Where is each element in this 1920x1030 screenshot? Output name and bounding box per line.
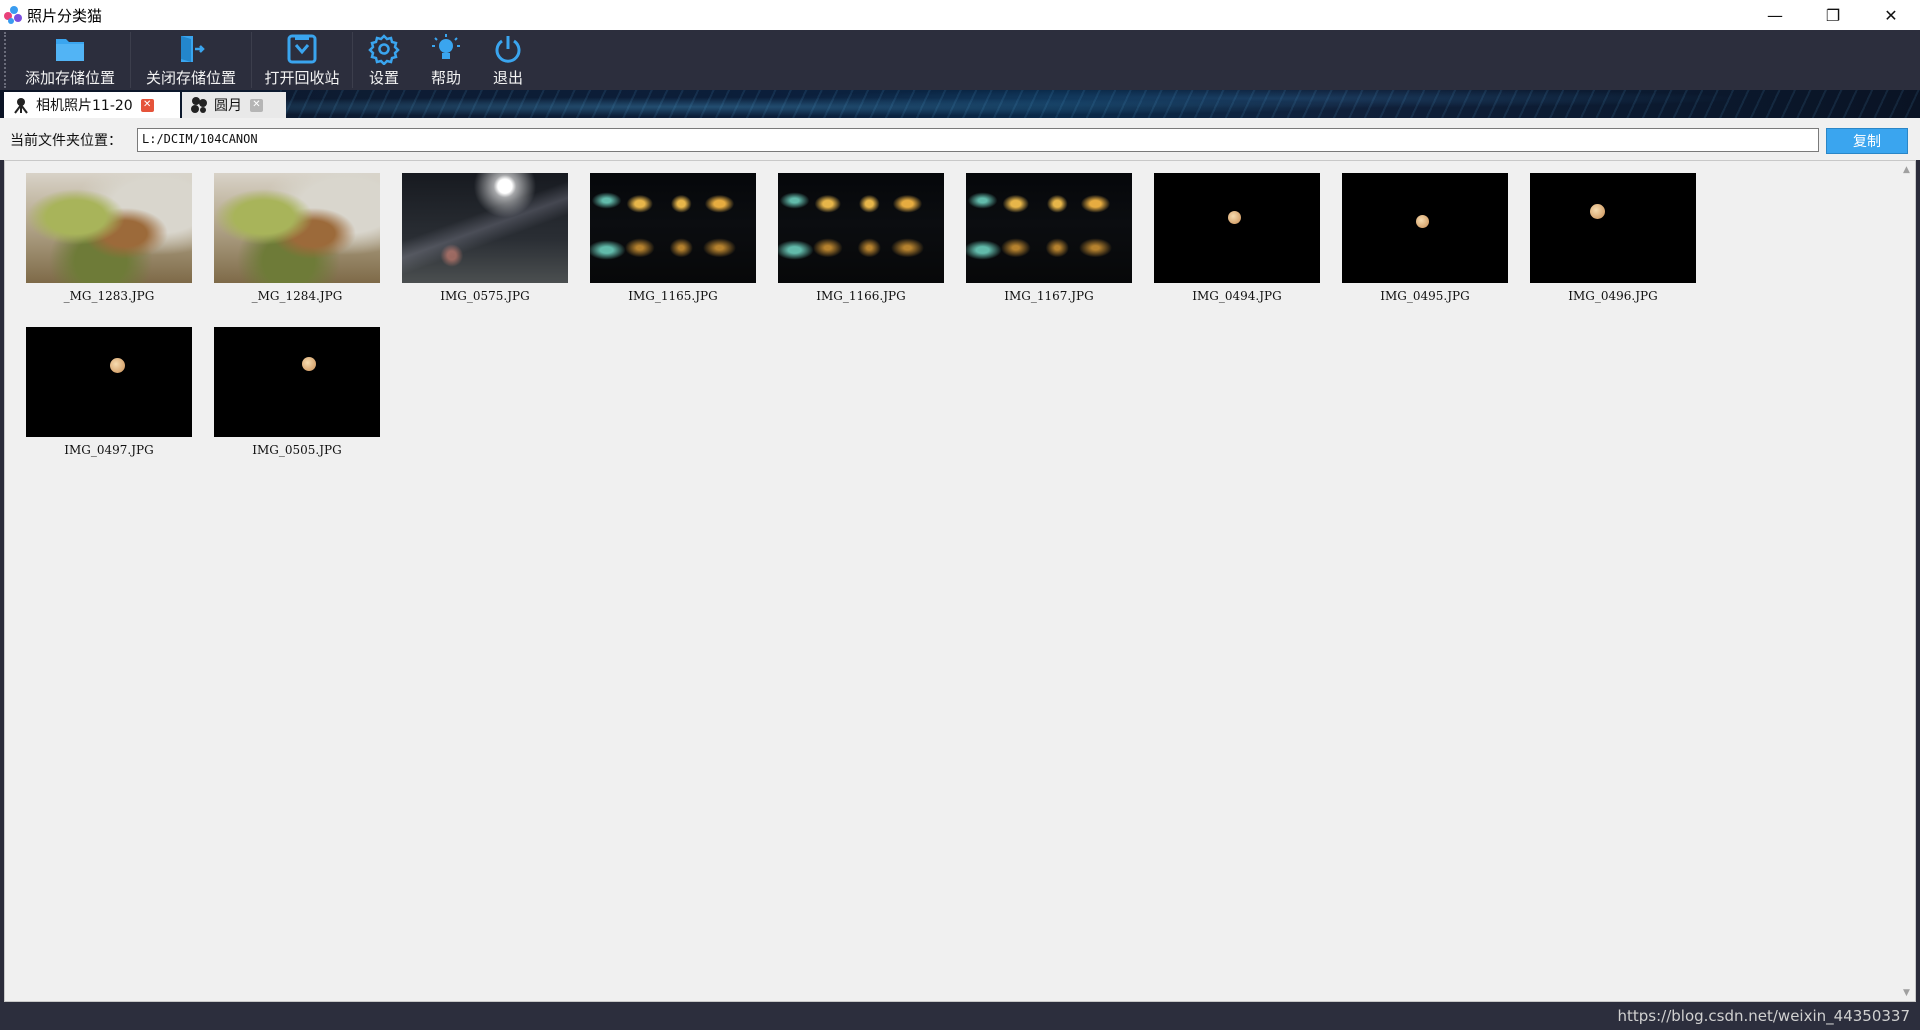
photo-filename: IMG_1167.JPG: [1004, 289, 1094, 303]
watermark-text: https://blog.csdn.net/weixin_44350337: [1617, 1007, 1910, 1025]
settings-label: 设置: [368, 69, 399, 87]
moon-shape: [1590, 204, 1605, 219]
photo-tile[interactable]: IMG_0496.JPG: [1519, 173, 1707, 327]
photo-filename: IMG_0497.JPG: [64, 443, 154, 457]
photo-filename: IMG_0575.JPG: [440, 289, 530, 303]
help-label: 帮助: [430, 69, 461, 87]
status-bar: https://blog.csdn.net/weixin_44350337: [0, 1002, 1920, 1030]
photo-thumbnail[interactable]: [1342, 173, 1508, 283]
photo-tile[interactable]: IMG_0505.JPG: [203, 327, 391, 481]
tab-full-moon[interactable]: 圆月 ✕: [182, 92, 286, 118]
close-storage-button[interactable]: 关闭存储位置: [131, 30, 251, 90]
close-button[interactable]: ✕: [1862, 0, 1920, 30]
toolbar: 添加存储位置 关闭存储位置 打开回收站 设置 帮助 退出: [0, 30, 1920, 90]
photo-grid: _MG_1283.JPG _MG_1284.JPG IMG_0575.JPG IMG_…: [15, 173, 1885, 481]
photo-tile[interactable]: IMG_1165.JPG: [579, 173, 767, 327]
scroll-down-icon[interactable]: ▼: [1898, 984, 1915, 1001]
door-exit-icon: [181, 36, 205, 62]
path-bar: 当前文件夹位置： L:/DCIM/104CANON 复制: [0, 118, 1920, 160]
moon-shape: [1416, 215, 1429, 228]
app-logo-icon: [2, 4, 24, 26]
tab-camera-photos[interactable]: 相机照片11-20 ✕: [4, 92, 180, 118]
photo-tile[interactable]: IMG_0575.JPG: [391, 173, 579, 327]
photo-thumbnail[interactable]: [966, 173, 1132, 283]
tab-strip: 相机照片11-20 ✕ 圆月 ✕: [0, 90, 1920, 118]
photo-tile[interactable]: IMG_0495.JPG: [1331, 173, 1519, 327]
add-storage-label: 添加存储位置: [24, 69, 115, 87]
photo-thumbnail[interactable]: [26, 173, 192, 283]
photo-tile[interactable]: _MG_1283.JPG: [15, 173, 203, 327]
photo-tile[interactable]: _MG_1284.JPG: [203, 173, 391, 327]
tabstrip-banner: [280, 90, 1920, 118]
restore-button[interactable]: ❐: [1804, 0, 1862, 30]
exit-button[interactable]: 退出: [477, 30, 539, 90]
photo-thumbnail[interactable]: [214, 173, 380, 283]
moon-shape: [1228, 211, 1241, 224]
open-recycle-bin-button[interactable]: 打开回收站: [252, 30, 352, 90]
photo-tile[interactable]: IMG_1166.JPG: [767, 173, 955, 327]
settings-button[interactable]: 设置: [353, 30, 415, 90]
tripod-camera-icon: [14, 98, 28, 114]
photo-filename: _MG_1284.JPG: [251, 289, 343, 303]
lightbulb-icon: [432, 34, 460, 59]
title-bar: 照片分类猫 — ❐ ✕: [0, 0, 1920, 30]
gear-icon: [368, 34, 400, 65]
photo-thumbnail[interactable]: [1154, 173, 1320, 283]
photo-filename: IMG_0505.JPG: [252, 443, 342, 457]
photo-thumbnail[interactable]: [1530, 173, 1696, 283]
photo-filename: IMG_1165.JPG: [628, 289, 718, 303]
folder-path-field[interactable]: L:/DCIM/104CANON: [137, 128, 1819, 152]
photo-thumbnail[interactable]: [778, 173, 944, 283]
power-icon: [495, 36, 521, 63]
vertical-scrollbar[interactable]: ▲ ▼: [1898, 161, 1915, 1001]
exit-label: 退出: [492, 69, 523, 87]
current-folder-label: 当前文件夹位置：: [10, 133, 122, 149]
scroll-up-icon[interactable]: ▲: [1898, 161, 1915, 178]
minimize-button[interactable]: —: [1746, 0, 1804, 30]
photo-thumbnail[interactable]: [214, 327, 380, 437]
tab-close-icon[interactable]: ✕: [140, 98, 154, 112]
moon-shape: [302, 357, 316, 371]
add-storage-button[interactable]: 添加存储位置: [10, 30, 130, 90]
tab-label: 圆月: [214, 98, 242, 114]
photo-filename: IMG_0495.JPG: [1380, 289, 1470, 303]
photo-filename: _MG_1283.JPG: [63, 289, 155, 303]
photo-filename: IMG_0496.JPG: [1568, 289, 1658, 303]
open-recycle-bin-label: 打开回收站: [264, 69, 340, 87]
photo-thumbnail[interactable]: [402, 173, 568, 283]
window-title: 照片分类猫: [27, 6, 103, 25]
tab-label: 相机照片11-20: [36, 98, 133, 114]
photo-tile[interactable]: IMG_0494.JPG: [1143, 173, 1331, 327]
photo-tile[interactable]: IMG_1167.JPG: [955, 173, 1143, 327]
film-reel-icon: [191, 97, 207, 113]
moon-shape: [110, 358, 125, 373]
copy-button[interactable]: 复制: [1826, 128, 1908, 154]
folder-icon: [56, 39, 84, 61]
photo-thumbnail[interactable]: [590, 173, 756, 283]
tab-close-icon[interactable]: ✕: [250, 98, 263, 112]
help-button[interactable]: 帮助: [415, 30, 477, 90]
photo-filename: IMG_0494.JPG: [1192, 289, 1282, 303]
close-storage-label: 关闭存储位置: [145, 69, 236, 87]
photo-thumbnail[interactable]: [26, 327, 192, 437]
recycle-box-icon: [287, 34, 317, 64]
photo-grid-panel: _MG_1283.JPG _MG_1284.JPG IMG_0575.JPG IMG_…: [4, 160, 1916, 1002]
photo-filename: IMG_1166.JPG: [816, 289, 906, 303]
photo-tile[interactable]: IMG_0497.JPG: [15, 327, 203, 481]
